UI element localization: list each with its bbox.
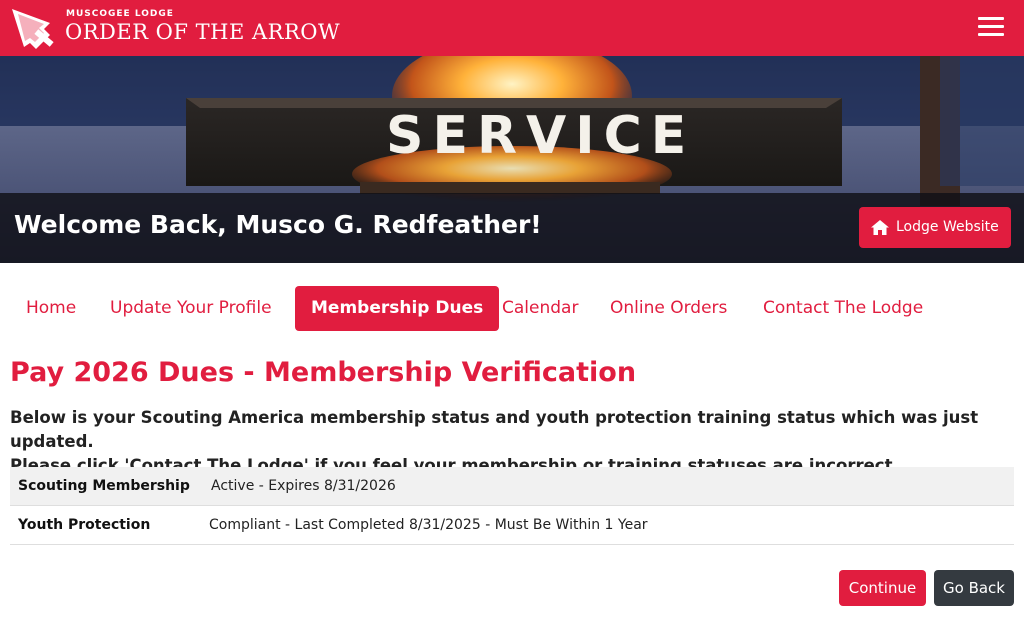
- lodge-website-label: Lodge Website: [896, 219, 999, 235]
- membership-label: Scouting Membership: [18, 478, 190, 494]
- tab-membership-dues[interactable]: Membership Dues: [295, 286, 500, 331]
- main-nav: Home Update Your Profile Membership Dues…: [0, 286, 1024, 331]
- youth-protection-value: Compliant - Last Completed 8/31/2025 - M…: [209, 517, 648, 533]
- status-table: Scouting Membership Active - Expires 8/3…: [10, 467, 1014, 545]
- lodge-name: MUSCOGEE LODGE: [66, 9, 174, 19]
- org-name[interactable]: ORDER OF THE ARROW: [65, 20, 340, 44]
- lodge-website-button[interactable]: Lodge Website: [859, 207, 1011, 248]
- home-icon: [871, 220, 889, 235]
- arrowhead-logo-icon[interactable]: [6, 3, 60, 53]
- tab-contact-lodge[interactable]: Contact The Lodge: [763, 286, 923, 331]
- youth-protection-label: Youth Protection: [18, 517, 151, 533]
- go-back-button[interactable]: Go Back: [934, 570, 1014, 606]
- welcome-message: Welcome Back, Musco G. Redfeather!: [14, 210, 542, 239]
- service-sign-text: SERVICE: [386, 106, 696, 166]
- tab-online-orders[interactable]: Online Orders: [610, 286, 727, 331]
- intro-line-1: Below is your Scouting America membershi…: [10, 408, 979, 451]
- hamburger-icon[interactable]: [978, 16, 1004, 38]
- membership-value: Active - Expires 8/31/2026: [211, 478, 396, 494]
- tab-calendar[interactable]: Calendar: [502, 286, 578, 331]
- table-row: Youth Protection Compliant - Last Comple…: [10, 506, 1014, 545]
- page-title: Pay 2026 Dues - Membership Verification: [10, 357, 637, 388]
- hero-banner: SERVICE Welcome Back, Musco G. Redfeathe…: [0, 56, 1024, 263]
- top-navbar: MUSCOGEE LODGE ORDER OF THE ARROW: [0, 0, 1024, 56]
- tab-update-profile[interactable]: Update Your Profile: [110, 286, 272, 331]
- continue-button[interactable]: Continue: [839, 570, 926, 606]
- tab-home[interactable]: Home: [26, 286, 76, 331]
- table-row: Scouting Membership Active - Expires 8/3…: [10, 467, 1014, 506]
